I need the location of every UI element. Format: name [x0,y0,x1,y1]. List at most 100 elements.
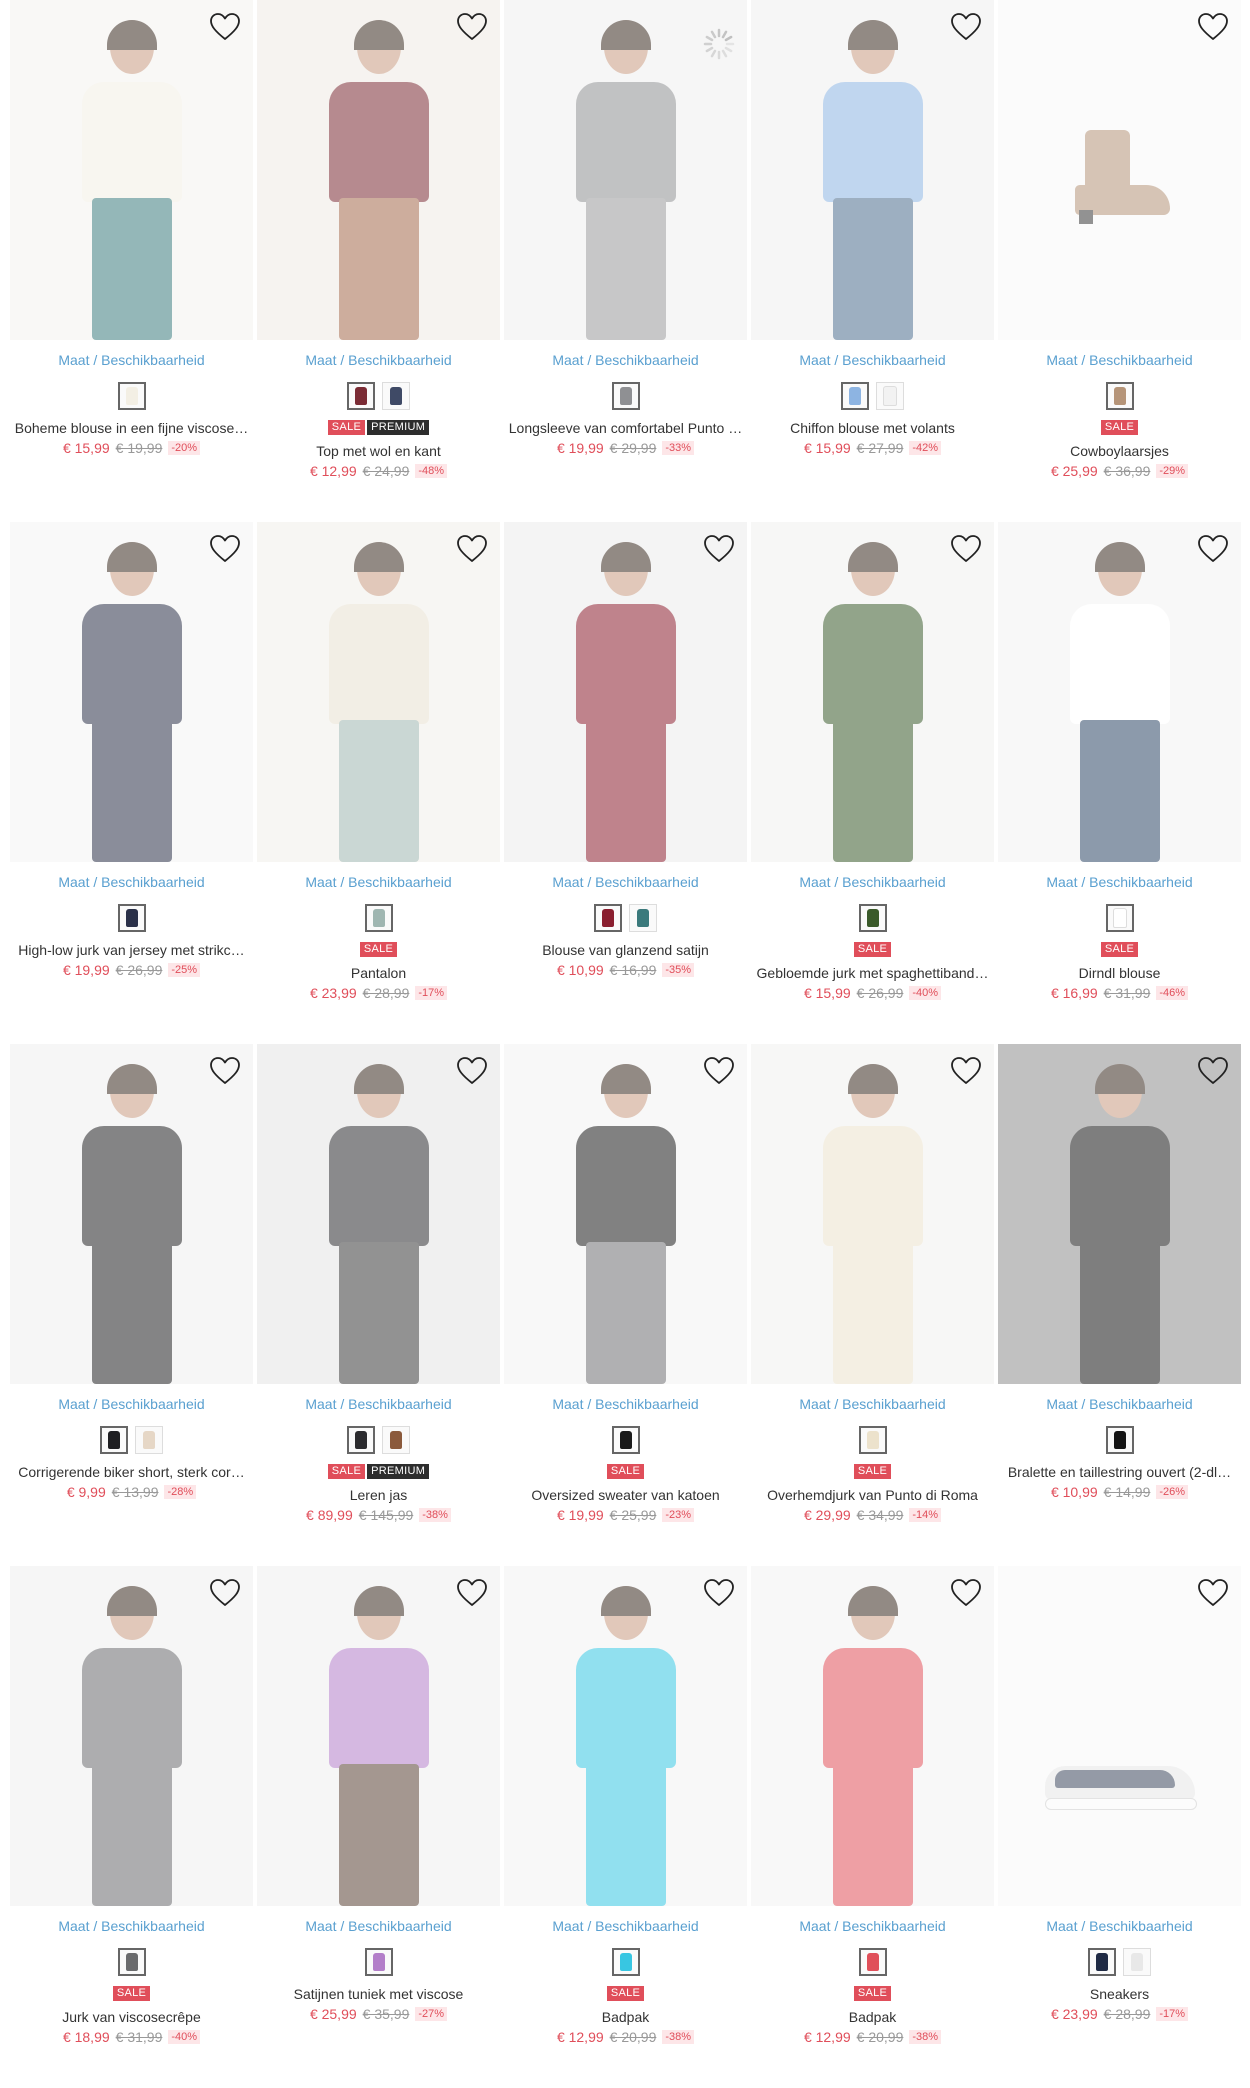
size-availability-link[interactable]: Maat / Beschikbaarheid [998,1918,1241,1934]
size-availability-link[interactable]: Maat / Beschikbaarheid [10,1918,253,1934]
size-availability-link[interactable]: Maat / Beschikbaarheid [257,874,500,890]
wishlist-heart-icon[interactable] [456,534,488,564]
product-card[interactable]: Maat / Beschikbaarheid Chiffon blouse met… [751,0,994,522]
product-image[interactable] [257,1566,500,1906]
color-swatch[interactable] [629,904,657,932]
color-swatch[interactable] [100,1426,128,1454]
size-availability-link[interactable]: Maat / Beschikbaarheid [751,874,994,890]
product-image[interactable] [751,522,994,862]
product-image[interactable] [257,522,500,862]
product-card[interactable]: Maat / Beschikbaarheid Sneakers € 23,99 €… [998,1566,1241,2088]
size-availability-link[interactable]: Maat / Beschikbaarheid [504,874,747,890]
product-title[interactable]: Dirndl blouse [998,965,1241,981]
color-swatch[interactable] [135,1426,163,1454]
product-title[interactable]: Chiffon blouse met volants [751,420,994,436]
product-title[interactable]: Leren jas [257,1487,500,1503]
product-card[interactable]: Maat / Beschikbaarheid Bralette en taille… [998,1044,1241,1566]
product-title[interactable]: Longsleeve van comfortabel Punto … [504,420,747,436]
size-availability-link[interactable]: Maat / Beschikbaarheid [751,352,994,368]
product-card[interactable]: Maat / Beschikbaarheid SALE Pantalon € 23,… [257,522,500,1044]
size-availability-link[interactable]: Maat / Beschikbaarheid [998,1396,1241,1412]
color-swatch[interactable] [858,904,887,932]
size-availability-link[interactable]: Maat / Beschikbaarheid [751,1918,994,1934]
wishlist-heart-icon[interactable] [1197,1056,1229,1086]
size-availability-link[interactable]: Maat / Beschikbaarheid [504,1396,747,1412]
product-card[interactable]: Maat / Beschikbaarheid SALE Cowboylaarsjes… [998,0,1241,522]
wishlist-heart-icon[interactable] [950,1056,982,1086]
color-swatch[interactable] [117,382,146,410]
product-card[interactable]: Maat / Beschikbaarheid SALE Badpak € 12,99… [504,1566,747,2088]
product-image[interactable] [998,522,1241,862]
product-image[interactable] [504,0,747,340]
product-image[interactable] [504,1044,747,1384]
color-swatch[interactable] [876,382,904,410]
color-swatch[interactable] [382,382,410,410]
product-title[interactable]: Jurk van viscosecrêpe [10,2009,253,2025]
product-image[interactable] [504,1566,747,1906]
color-swatch[interactable] [1105,382,1134,410]
product-image[interactable] [504,522,747,862]
size-availability-link[interactable]: Maat / Beschikbaarheid [751,1396,994,1412]
product-card[interactable]: Maat / Beschikbaarheid SALE Gebloemde jurk… [751,522,994,1044]
product-title[interactable]: Oversized sweater van katoen [504,1487,747,1503]
product-card[interactable]: Maat / Beschikbaarheid SALE Dirndl blouse … [998,522,1241,1044]
product-title[interactable]: Pantalon [257,965,500,981]
color-swatch[interactable] [611,382,640,410]
wishlist-heart-icon[interactable] [1197,12,1229,42]
product-image[interactable] [751,1044,994,1384]
size-availability-link[interactable]: Maat / Beschikbaarheid [10,352,253,368]
product-image[interactable] [751,1566,994,1906]
product-card[interactable]: Maat / Beschikbaarheid High-low jurk van … [10,522,253,1044]
color-swatch[interactable] [594,904,622,932]
wishlist-heart-icon[interactable] [456,1578,488,1608]
color-swatch[interactable] [1088,1948,1116,1976]
size-availability-link[interactable]: Maat / Beschikbaarheid [10,874,253,890]
product-card[interactable]: Maat / Beschikbaarheid SALE Jurk van visco… [10,1566,253,2088]
color-swatch[interactable] [841,382,869,410]
wishlist-heart-icon[interactable] [703,1578,735,1608]
wishlist-heart-icon[interactable] [703,534,735,564]
wishlist-heart-icon[interactable] [456,1056,488,1086]
color-swatch[interactable] [347,1426,375,1454]
product-image[interactable] [257,1044,500,1384]
wishlist-heart-icon[interactable] [209,534,241,564]
size-availability-link[interactable]: Maat / Beschikbaarheid [998,874,1241,890]
product-card[interactable]: Maat / Beschikbaarheid Longsleeve van com… [504,0,747,522]
size-availability-link[interactable]: Maat / Beschikbaarheid [998,352,1241,368]
product-title[interactable]: Cowboylaarsjes [998,443,1241,459]
product-title[interactable]: Badpak [751,2009,994,2025]
product-card[interactable]: Maat / Beschikbaarheid SALE Overhemdjurk v… [751,1044,994,1566]
product-card[interactable]: Maat / Beschikbaarheid SALE PREMIUM Top met… [257,0,500,522]
wishlist-heart-icon[interactable] [209,12,241,42]
color-swatch[interactable] [117,1948,146,1976]
product-card[interactable]: Maat / Beschikbaarheid Corrigerende biker… [10,1044,253,1566]
product-image[interactable] [10,0,253,340]
color-swatch[interactable] [858,1948,887,1976]
color-swatch[interactable] [364,1948,393,1976]
product-title[interactable]: High-low jurk van jersey met strikc… [10,942,253,958]
color-swatch[interactable] [382,1426,410,1454]
product-card[interactable]: Maat / Beschikbaarheid Boheme blouse in e… [10,0,253,522]
color-swatch[interactable] [611,1948,640,1976]
size-availability-link[interactable]: Maat / Beschikbaarheid [504,352,747,368]
product-title[interactable]: Overhemdjurk van Punto di Roma [751,1487,994,1503]
color-swatch[interactable] [611,1426,640,1454]
product-image[interactable] [10,1044,253,1384]
product-title[interactable]: Badpak [504,2009,747,2025]
product-title[interactable]: Blouse van glanzend satijn [504,942,747,958]
product-title[interactable]: Satijnen tuniek met viscose [257,1986,500,2002]
color-swatch[interactable] [1123,1948,1151,1976]
wishlist-heart-icon[interactable] [456,12,488,42]
wishlist-heart-icon[interactable] [209,1056,241,1086]
size-availability-link[interactable]: Maat / Beschikbaarheid [257,1396,500,1412]
color-swatch[interactable] [858,1426,887,1454]
product-image[interactable] [998,1566,1241,1906]
product-title[interactable]: Corrigerende biker short, sterk cor… [10,1464,253,1480]
size-availability-link[interactable]: Maat / Beschikbaarheid [504,1918,747,1934]
wishlist-heart-icon[interactable] [950,1578,982,1608]
product-title[interactable]: Bralette en taillestring ouvert (2-dl… [998,1464,1241,1480]
product-title[interactable]: Sneakers [998,1986,1241,2002]
color-swatch[interactable] [117,904,146,932]
product-card[interactable]: Maat / Beschikbaarheid SALE PREMIUM Leren j… [257,1044,500,1566]
color-swatch[interactable] [1105,1426,1134,1454]
